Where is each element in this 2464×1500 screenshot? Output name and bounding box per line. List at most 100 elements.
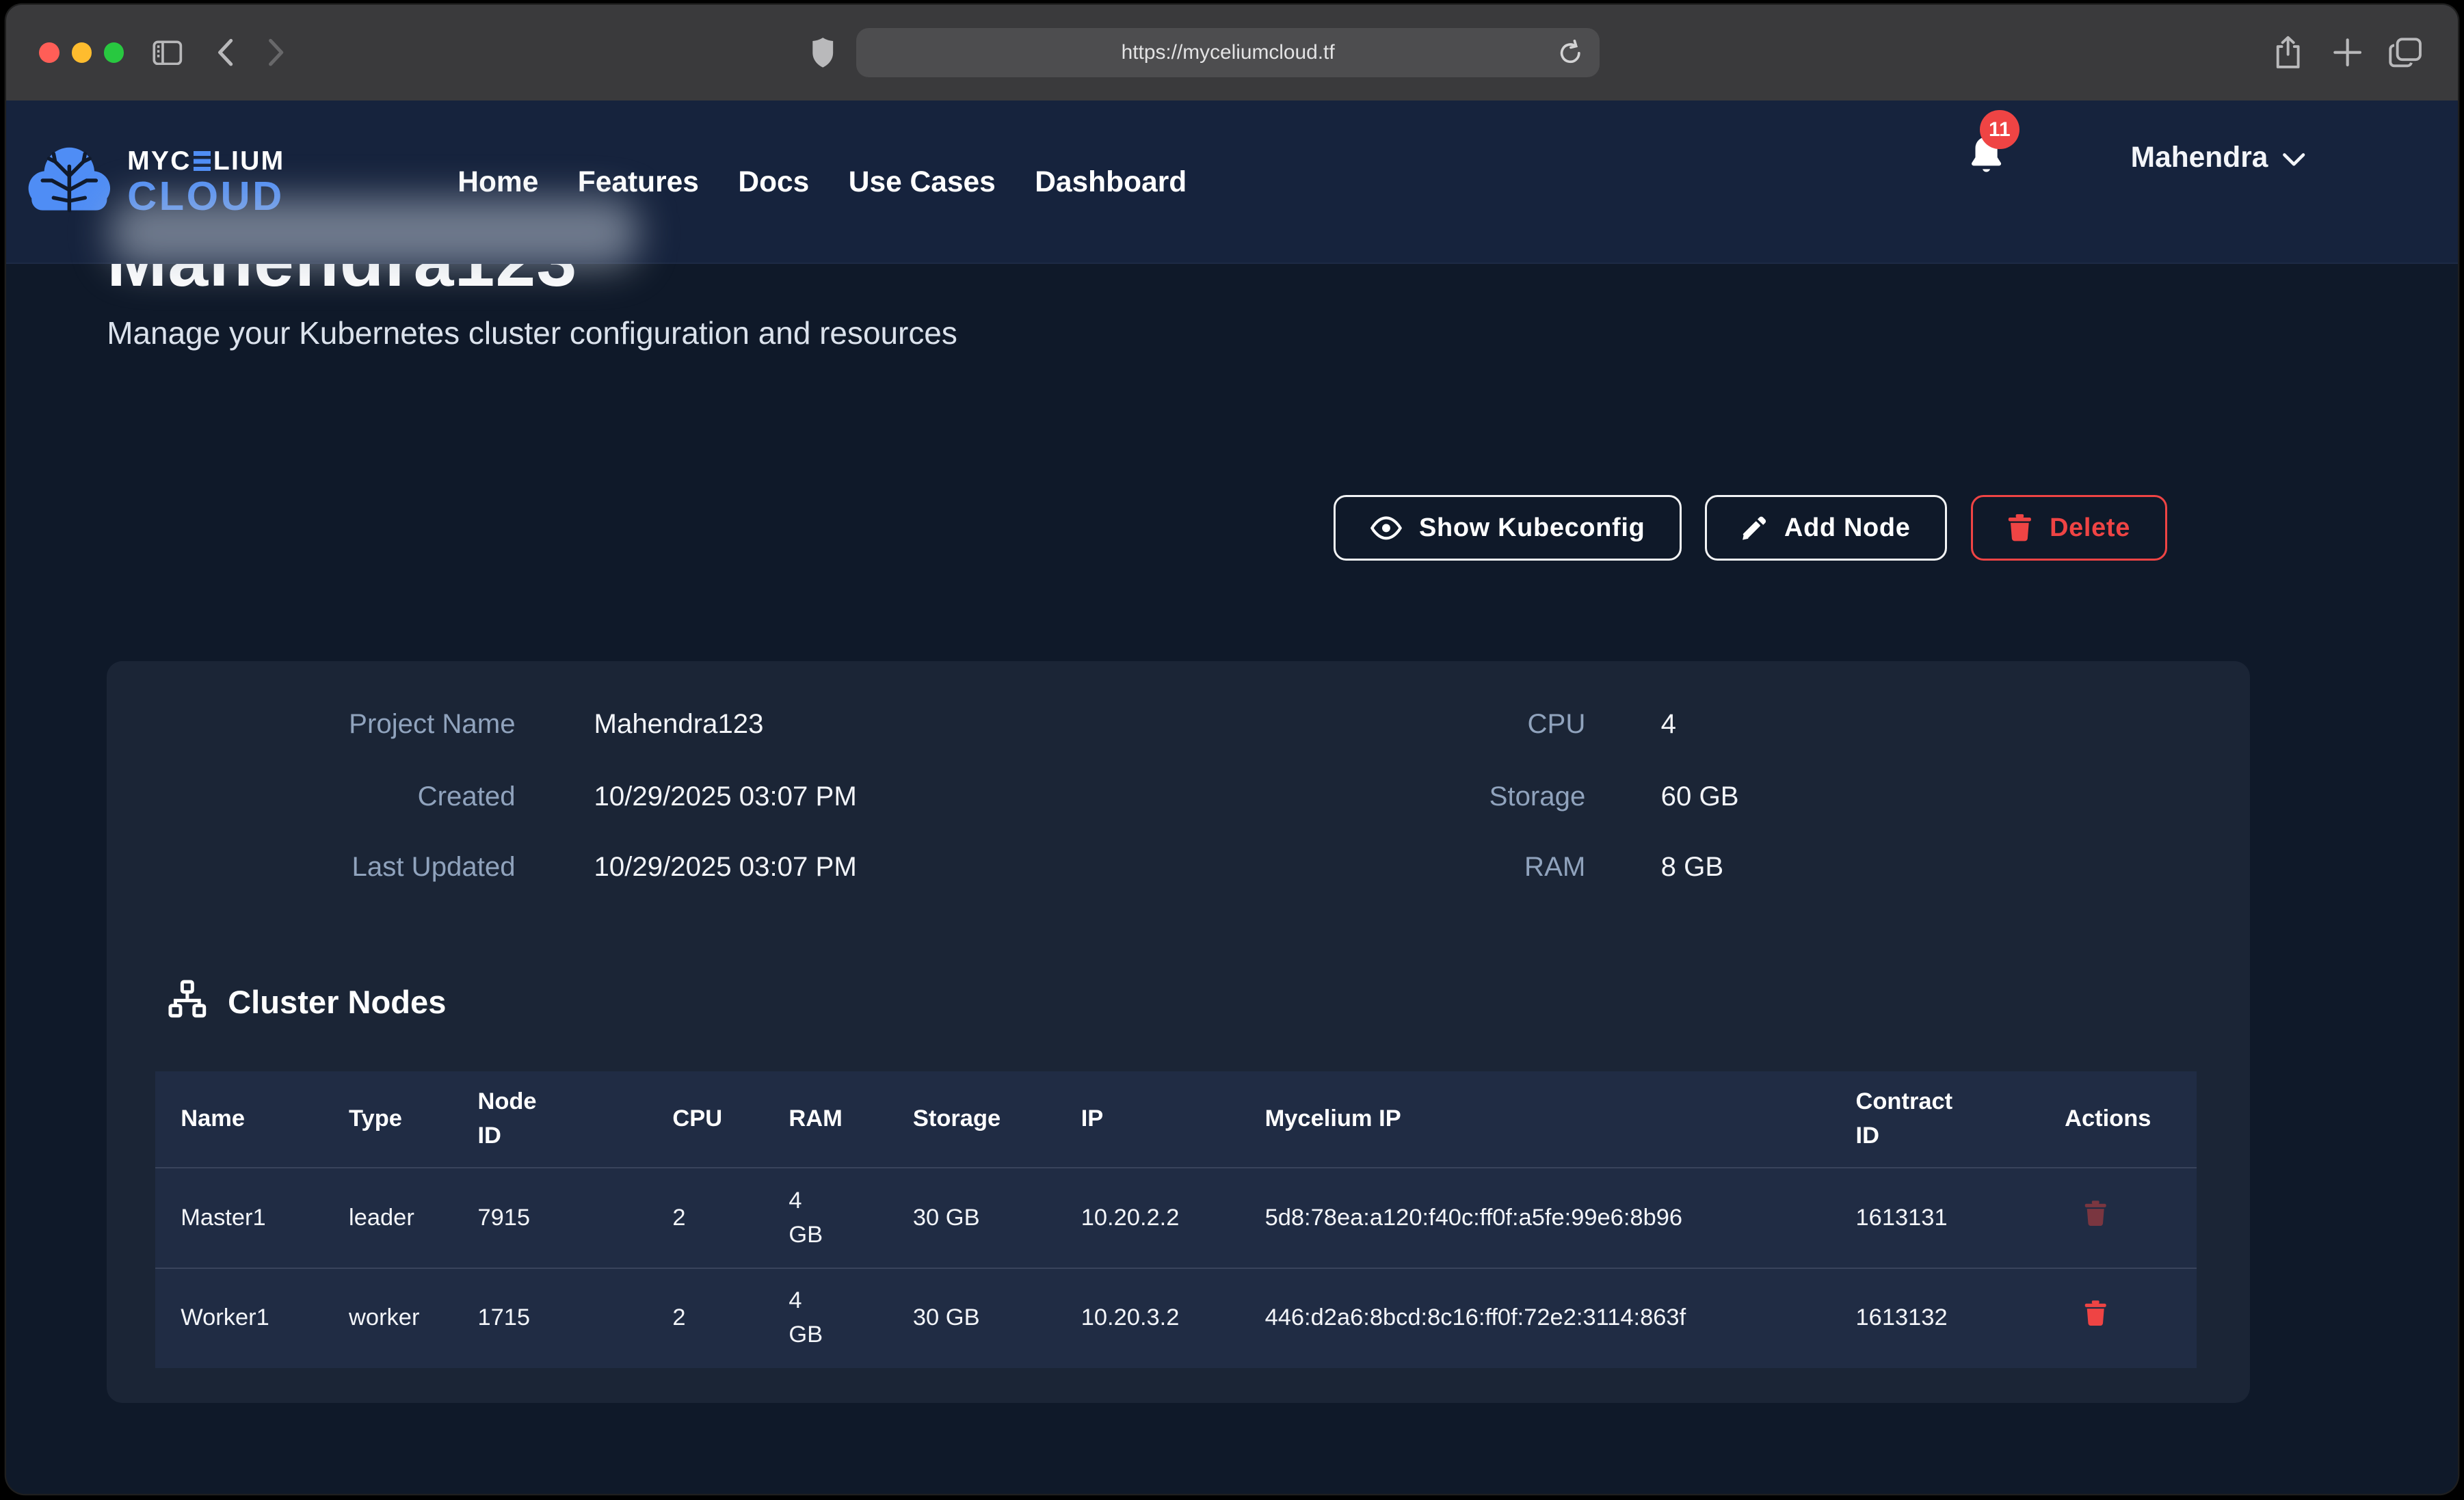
col-mycelium-ip: Mycelium IP (1240, 1071, 1831, 1168)
network-icon (167, 978, 208, 1026)
table-row: Master1 leader 7915 2 4 GB 30 GB 10.20.2… (155, 1168, 2197, 1268)
last-updated-row: Last Updated 10/29/2025 03:07 PM (107, 851, 857, 892)
cluster-nodes-table: Name Type Node ID CPU RAM Storage IP Myc… (155, 1071, 2197, 1368)
show-kubeconfig-button[interactable]: Show Kubeconfig (1334, 495, 1682, 561)
notifications-button[interactable]: 11 (1968, 135, 2005, 176)
tab-overview-icon[interactable] (2389, 5, 2422, 101)
cluster-details-panel: Project Name Mahendra123 Created 10/29/2… (107, 661, 2250, 1403)
cell-node-id: 1715 (453, 1268, 648, 1368)
last-updated-label: Last Updated (107, 851, 515, 892)
share-icon[interactable] (2274, 5, 2302, 101)
cell-contract-id: 1613132 (1831, 1268, 2040, 1368)
delete-node-button[interactable] (2084, 1200, 2107, 1232)
chevron-down-icon (2282, 142, 2305, 174)
cell-ip: 10.20.3.2 (1056, 1268, 1240, 1368)
nav-link-use-cases[interactable]: Use Cases (849, 166, 996, 199)
table-header-row: Name Type Node ID CPU RAM Storage IP Myc… (155, 1071, 2197, 1168)
trash-icon (2007, 513, 2032, 541)
logo-e-bars (194, 151, 211, 172)
user-menu[interactable]: Mahendra (2131, 142, 2306, 174)
back-button-icon[interactable] (217, 5, 234, 101)
privacy-shield-icon[interactable] (811, 5, 834, 101)
ram-row: RAM 8 GB (1271, 851, 1723, 892)
col-cpu: CPU (648, 1071, 764, 1168)
table-row: Worker1 worker 1715 2 4 GB 30 GB 10.20.3… (155, 1268, 2197, 1368)
col-name: Name (155, 1071, 323, 1168)
address-bar[interactable]: https://myceliumcloud.tf (856, 28, 1600, 77)
bell-icon (1968, 153, 2005, 181)
cell-cpu: 2 (648, 1168, 764, 1268)
delete-label: Delete (2050, 513, 2130, 543)
created-value: 10/29/2025 03:07 PM (594, 781, 857, 822)
nav-link-features[interactable]: Features (578, 166, 699, 199)
cell-ram: 4 GB (764, 1268, 888, 1368)
nav-link-home[interactable]: Home (458, 166, 538, 199)
cell-storage: 30 GB (888, 1268, 1056, 1368)
screen: https://myceliumcloud.tf Mahendra123 Man… (0, 0, 2464, 1500)
mycelium-tree-icon (25, 138, 114, 226)
eye-icon (1370, 515, 1402, 541)
ram-label: RAM (1271, 851, 1586, 892)
col-type: Type (323, 1071, 452, 1168)
cpu-label: CPU (1271, 708, 1586, 749)
zoom-window-button[interactable] (104, 42, 124, 63)
window-controls (39, 42, 124, 63)
cell-actions (2039, 1268, 2197, 1368)
pencil-icon (1742, 515, 1767, 541)
storage-label: Storage (1271, 781, 1586, 822)
cpu-value: 4 (1661, 708, 1676, 749)
cell-name: Master1 (155, 1168, 323, 1268)
delete-cluster-button[interactable]: Delete (1971, 495, 2167, 561)
nav-link-dashboard[interactable]: Dashboard (1035, 166, 1187, 199)
user-name: Mahendra (2131, 142, 2268, 174)
col-storage: Storage (888, 1071, 1056, 1168)
browser-window: https://myceliumcloud.tf Mahendra123 Man… (6, 5, 2457, 1494)
notification-badge: 11 (1980, 110, 2019, 149)
forward-button-icon[interactable] (267, 5, 284, 101)
cell-type: leader (323, 1168, 452, 1268)
ram-value: 8 GB (1661, 851, 1724, 892)
delete-node-button[interactable] (2084, 1300, 2107, 1332)
nav-links: Home Features Docs Use Cases Dashboard (458, 166, 1187, 199)
cell-contract-id: 1613131 (1831, 1168, 2040, 1268)
created-row: Created 10/29/2025 03:07 PM (107, 781, 857, 822)
browser-titlebar: https://myceliumcloud.tf (6, 5, 2457, 102)
project-name-label: Project Name (107, 708, 515, 749)
storage-row: Storage 60 GB (1271, 781, 1739, 822)
cell-cpu: 2 (648, 1268, 764, 1368)
cell-storage: 30 GB (888, 1168, 1056, 1268)
cluster-nodes-title: Cluster Nodes (228, 983, 446, 1021)
add-node-button[interactable]: Add Node (1705, 495, 1947, 561)
cpu-row: CPU 4 (1271, 708, 1676, 749)
cell-mycelium-ip: 446:d2a6:8bcd:8c16:ff0f:72e2:3114:863f (1240, 1268, 1831, 1368)
nav-link-docs[interactable]: Docs (738, 166, 809, 199)
storage-value: 60 GB (1661, 781, 1739, 822)
last-updated-value: 10/29/2025 03:07 PM (594, 851, 857, 892)
close-window-button[interactable] (39, 42, 59, 63)
cell-name: Worker1 (155, 1268, 323, 1368)
show-kubeconfig-label: Show Kubeconfig (1419, 513, 1645, 543)
blurred-title-overlay (110, 198, 638, 267)
cell-actions (2039, 1168, 2197, 1268)
col-contract-id: Contract ID (1831, 1071, 2040, 1168)
url-text: https://myceliumcloud.tf (1122, 41, 1335, 64)
new-tab-icon[interactable] (2333, 5, 2361, 101)
col-node-id: Node ID (453, 1071, 648, 1168)
cell-ip: 10.20.2.2 (1056, 1168, 1240, 1268)
project-name-row: Project Name Mahendra123 (107, 708, 763, 749)
col-actions: Actions (2039, 1071, 2197, 1168)
site-viewport: Mahendra123 Manage your Kubernetes clust… (6, 101, 2457, 1494)
add-node-label: Add Node (1784, 513, 1911, 543)
minimize-window-button[interactable] (72, 42, 92, 63)
col-ip: IP (1056, 1071, 1240, 1168)
reload-icon[interactable] (1559, 39, 1582, 72)
cluster-nodes-heading: Cluster Nodes (167, 978, 447, 1026)
project-name-value: Mahendra123 (594, 708, 764, 749)
col-ram: RAM (764, 1071, 888, 1168)
cell-mycelium-ip: 5d8:78ea:a120:f40c:ff0f:a5fe:99e6:8b96 (1240, 1168, 1831, 1268)
sidebar-toggle-icon[interactable] (153, 5, 183, 101)
page-content: Mahendra123 Manage your Kubernetes clust… (6, 101, 2457, 1494)
created-label: Created (107, 781, 515, 822)
cluster-actions: Show Kubeconfig Add Node Delete (1334, 495, 2167, 561)
page-subtitle: Manage your Kubernetes cluster configura… (107, 314, 957, 351)
